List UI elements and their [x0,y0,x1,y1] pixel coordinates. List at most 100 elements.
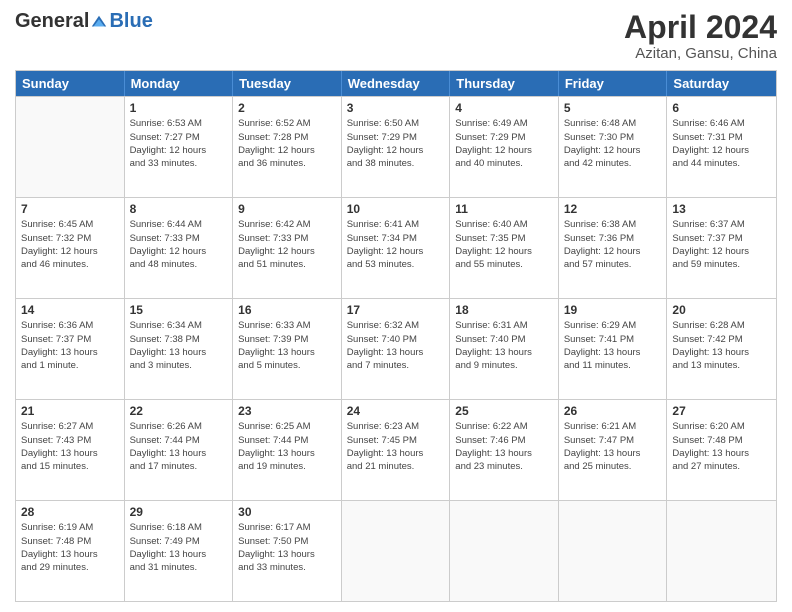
day-cell-30: 30Sunrise: 6:17 AMSunset: 7:50 PMDayligh… [233,501,342,601]
day-number: 25 [455,403,553,419]
day-number: 18 [455,302,553,318]
day-number: 15 [130,302,228,318]
logo-general: General [15,10,89,33]
day-info: Sunrise: 6:41 AMSunset: 7:34 PMDaylight:… [347,218,445,271]
empty-cell [16,97,125,197]
empty-cell [450,501,559,601]
logo-blue: Blue [109,10,152,33]
weekday-header-wednesday: Wednesday [342,71,451,96]
day-number: 7 [21,201,119,217]
day-number: 21 [21,403,119,419]
day-cell-7: 7Sunrise: 6:45 AMSunset: 7:32 PMDaylight… [16,198,125,298]
day-cell-2: 2Sunrise: 6:52 AMSunset: 7:28 PMDaylight… [233,97,342,197]
day-info: Sunrise: 6:27 AMSunset: 7:43 PMDaylight:… [21,420,119,473]
calendar-row-4: 28Sunrise: 6:19 AMSunset: 7:48 PMDayligh… [16,500,776,601]
day-cell-21: 21Sunrise: 6:27 AMSunset: 7:43 PMDayligh… [16,400,125,500]
day-number: 13 [672,201,771,217]
day-cell-25: 25Sunrise: 6:22 AMSunset: 7:46 PMDayligh… [450,400,559,500]
day-cell-13: 13Sunrise: 6:37 AMSunset: 7:37 PMDayligh… [667,198,776,298]
weekday-header-thursday: Thursday [450,71,559,96]
header: General Blue April 2024 Azitan, Gansu, C… [15,10,777,62]
day-cell-9: 9Sunrise: 6:42 AMSunset: 7:33 PMDaylight… [233,198,342,298]
day-number: 9 [238,201,336,217]
day-info: Sunrise: 6:44 AMSunset: 7:33 PMDaylight:… [130,218,228,271]
day-cell-24: 24Sunrise: 6:23 AMSunset: 7:45 PMDayligh… [342,400,451,500]
day-info: Sunrise: 6:22 AMSunset: 7:46 PMDaylight:… [455,420,553,473]
day-number: 23 [238,403,336,419]
calendar-body: 1Sunrise: 6:53 AMSunset: 7:27 PMDaylight… [16,96,776,601]
day-cell-17: 17Sunrise: 6:32 AMSunset: 7:40 PMDayligh… [342,299,451,399]
calendar-row-3: 21Sunrise: 6:27 AMSunset: 7:43 PMDayligh… [16,399,776,500]
day-number: 16 [238,302,336,318]
day-number: 22 [130,403,228,419]
day-info: Sunrise: 6:52 AMSunset: 7:28 PMDaylight:… [238,117,336,170]
day-info: Sunrise: 6:28 AMSunset: 7:42 PMDaylight:… [672,319,771,372]
calendar-row-0: 1Sunrise: 6:53 AMSunset: 7:27 PMDaylight… [16,96,776,197]
day-cell-28: 28Sunrise: 6:19 AMSunset: 7:48 PMDayligh… [16,501,125,601]
day-info: Sunrise: 6:36 AMSunset: 7:37 PMDaylight:… [21,319,119,372]
day-cell-10: 10Sunrise: 6:41 AMSunset: 7:34 PMDayligh… [342,198,451,298]
day-number: 26 [564,403,662,419]
empty-cell [667,501,776,601]
day-cell-18: 18Sunrise: 6:31 AMSunset: 7:40 PMDayligh… [450,299,559,399]
day-info: Sunrise: 6:29 AMSunset: 7:41 PMDaylight:… [564,319,662,372]
calendar-header: SundayMondayTuesdayWednesdayThursdayFrid… [16,71,776,96]
day-info: Sunrise: 6:21 AMSunset: 7:47 PMDaylight:… [564,420,662,473]
day-number: 17 [347,302,445,318]
day-info: Sunrise: 6:38 AMSunset: 7:36 PMDaylight:… [564,218,662,271]
day-info: Sunrise: 6:34 AMSunset: 7:38 PMDaylight:… [130,319,228,372]
day-number: 10 [347,201,445,217]
day-cell-4: 4Sunrise: 6:49 AMSunset: 7:29 PMDaylight… [450,97,559,197]
day-info: Sunrise: 6:48 AMSunset: 7:30 PMDaylight:… [564,117,662,170]
day-cell-29: 29Sunrise: 6:18 AMSunset: 7:49 PMDayligh… [125,501,234,601]
empty-cell [559,501,668,601]
day-cell-22: 22Sunrise: 6:26 AMSunset: 7:44 PMDayligh… [125,400,234,500]
weekday-header-friday: Friday [559,71,668,96]
day-info: Sunrise: 6:19 AMSunset: 7:48 PMDaylight:… [21,521,119,574]
day-cell-6: 6Sunrise: 6:46 AMSunset: 7:31 PMDaylight… [667,97,776,197]
day-cell-15: 15Sunrise: 6:34 AMSunset: 7:38 PMDayligh… [125,299,234,399]
day-number: 24 [347,403,445,419]
day-cell-20: 20Sunrise: 6:28 AMSunset: 7:42 PMDayligh… [667,299,776,399]
day-info: Sunrise: 6:53 AMSunset: 7:27 PMDaylight:… [130,117,228,170]
calendar-row-1: 7Sunrise: 6:45 AMSunset: 7:32 PMDaylight… [16,197,776,298]
logo-icon [90,13,108,31]
day-number: 1 [130,100,228,116]
day-cell-23: 23Sunrise: 6:25 AMSunset: 7:44 PMDayligh… [233,400,342,500]
title-block: April 2024 Azitan, Gansu, China [624,10,777,62]
day-number: 20 [672,302,771,318]
day-info: Sunrise: 6:49 AMSunset: 7:29 PMDaylight:… [455,117,553,170]
empty-cell [342,501,451,601]
day-cell-11: 11Sunrise: 6:40 AMSunset: 7:35 PMDayligh… [450,198,559,298]
day-number: 4 [455,100,553,116]
day-number: 11 [455,201,553,217]
day-number: 5 [564,100,662,116]
day-cell-27: 27Sunrise: 6:20 AMSunset: 7:48 PMDayligh… [667,400,776,500]
day-cell-26: 26Sunrise: 6:21 AMSunset: 7:47 PMDayligh… [559,400,668,500]
day-number: 6 [672,100,771,116]
location: Azitan, Gansu, China [624,45,777,62]
day-info: Sunrise: 6:17 AMSunset: 7:50 PMDaylight:… [238,521,336,574]
day-number: 27 [672,403,771,419]
day-number: 19 [564,302,662,318]
day-number: 30 [238,504,336,520]
day-info: Sunrise: 6:25 AMSunset: 7:44 PMDaylight:… [238,420,336,473]
day-info: Sunrise: 6:20 AMSunset: 7:48 PMDaylight:… [672,420,771,473]
day-cell-8: 8Sunrise: 6:44 AMSunset: 7:33 PMDaylight… [125,198,234,298]
day-number: 14 [21,302,119,318]
day-info: Sunrise: 6:33 AMSunset: 7:39 PMDaylight:… [238,319,336,372]
day-info: Sunrise: 6:50 AMSunset: 7:29 PMDaylight:… [347,117,445,170]
day-info: Sunrise: 6:23 AMSunset: 7:45 PMDaylight:… [347,420,445,473]
day-info: Sunrise: 6:42 AMSunset: 7:33 PMDaylight:… [238,218,336,271]
logo-text: General Blue [15,10,153,33]
day-cell-19: 19Sunrise: 6:29 AMSunset: 7:41 PMDayligh… [559,299,668,399]
calendar: SundayMondayTuesdayWednesdayThursdayFrid… [15,70,777,602]
day-number: 2 [238,100,336,116]
page-container: General Blue April 2024 Azitan, Gansu, C… [0,0,792,612]
month-title: April 2024 [624,10,777,45]
day-number: 28 [21,504,119,520]
day-number: 8 [130,201,228,217]
day-info: Sunrise: 6:46 AMSunset: 7:31 PMDaylight:… [672,117,771,170]
day-info: Sunrise: 6:40 AMSunset: 7:35 PMDaylight:… [455,218,553,271]
weekday-header-saturday: Saturday [667,71,776,96]
